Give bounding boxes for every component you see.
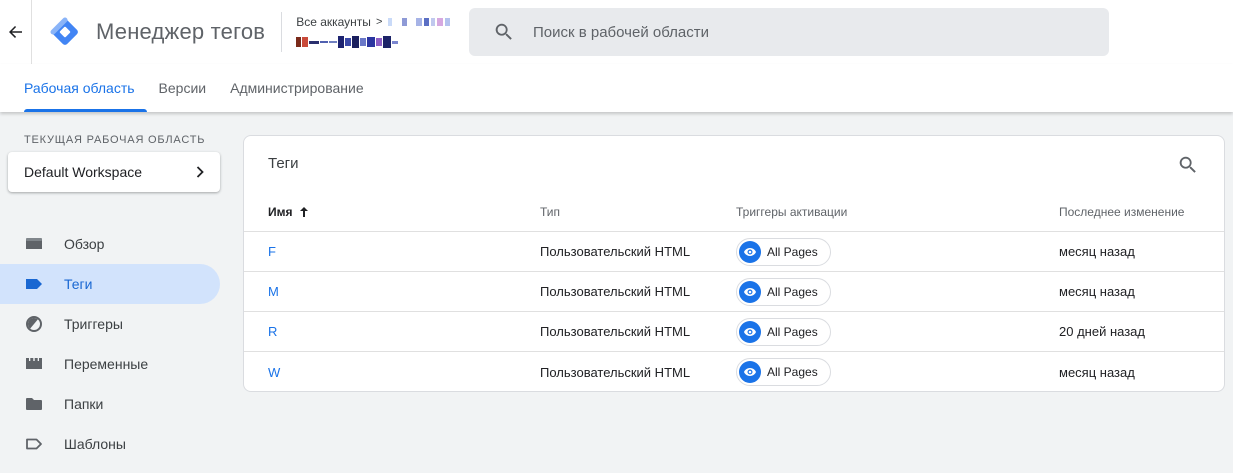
search-icon [495, 23, 512, 40]
top-app-bar: Менеджер тегов Все аккаунты > Поиск в ра… [0, 0, 1233, 64]
sidebar-item-overview[interactable]: Обзор [0, 224, 220, 264]
account-selector[interactable]: Все аккаунты > [296, 0, 451, 64]
sidebar-item-label: Триггеры [64, 316, 123, 332]
variables-icon [24, 354, 44, 374]
tab-versions[interactable]: Версии [147, 64, 219, 112]
trigger-icon [24, 314, 44, 334]
last-modified: месяц назад [1059, 244, 1135, 259]
sidebar-item-label: Обзор [64, 236, 105, 252]
app-title: Менеджер тегов [96, 19, 266, 44]
eye-icon [739, 361, 761, 383]
table-row[interactable]: M Пользовательский HTML All Pages месяц … [244, 272, 1224, 312]
tab-workspace[interactable]: Рабочая область [12, 64, 147, 112]
last-modified: месяц назад [1059, 364, 1135, 380]
trigger-chip-label: All Pages [767, 244, 818, 259]
current-workspace-label: ТЕКУЩАЯ РАБОЧАЯ ОБЛАСТЬ [24, 134, 206, 146]
workspace-selector[interactable]: Default Workspace [8, 152, 220, 192]
trigger-cell: All Pages [736, 317, 1059, 346]
sidebar-item-label: Теги [64, 276, 93, 292]
sidebar-nav: Обзор Теги Триггеры Переменные Папки Шаб… [0, 224, 220, 464]
table-row[interactable]: W Пользовательский HTML All Pages месяц … [244, 352, 1224, 392]
sidebar-item-label: Переменные [64, 356, 149, 372]
last-modified: месяц назад [1059, 284, 1135, 299]
eye-icon [739, 280, 761, 303]
last-modified: 20 дней назад [1059, 324, 1145, 339]
accounts-breadcrumb: Все аккаунты > [296, 15, 451, 29]
tag-type: Пользовательский HTML [540, 324, 691, 339]
tag-type: Пользовательский HTML [540, 284, 691, 299]
sort-ascending-icon [299, 206, 308, 217]
tag-icon [24, 274, 44, 294]
column-header-modified[interactable]: Последнее изменение [1059, 205, 1224, 219]
redacted-container-name [296, 35, 450, 49]
sidebar-item-triggers[interactable]: Триггеры [0, 304, 220, 344]
workspace-name: Default Workspace [24, 164, 143, 180]
trigger-chip[interactable]: All Pages [736, 277, 831, 306]
sidebar-item-tags[interactable]: Теги [0, 264, 220, 304]
template-icon [24, 434, 44, 454]
sidebar-item-variables[interactable]: Переменные [0, 344, 220, 384]
tags-card-title: Теги [268, 155, 299, 172]
trigger-cell: All Pages [736, 237, 1059, 266]
chevron-right-icon [196, 166, 204, 178]
tag-type: Пользовательский HTML [540, 244, 691, 259]
eye-icon [739, 240, 761, 263]
folder-icon [24, 394, 44, 414]
arrow-left-icon [8, 26, 22, 38]
tag-type: Пользовательский HTML [540, 364, 691, 380]
workspace-search-box[interactable]: Поиск в рабочей области [469, 8, 1109, 56]
tag-name-link[interactable]: R [244, 324, 540, 339]
trigger-cell: All Pages [736, 358, 1059, 386]
breadcrumb-separator: > [375, 16, 383, 28]
column-header-triggers[interactable]: Триггеры активации [736, 205, 1059, 219]
trigger-chip-label: All Pages [767, 365, 818, 379]
search-icon [1179, 156, 1196, 173]
table-row[interactable]: F Пользовательский HTML All Pages месяц … [244, 232, 1224, 272]
trigger-chip-label: All Pages [767, 284, 818, 299]
trigger-chip-label: All Pages [767, 324, 818, 339]
trigger-chip[interactable]: All Pages [736, 237, 831, 266]
tab-admin[interactable]: Администрирование [218, 64, 376, 112]
column-header-name[interactable]: Имя [244, 205, 540, 219]
eye-icon [739, 320, 761, 343]
trigger-cell: All Pages [736, 277, 1059, 306]
tag-manager-logo-icon [50, 17, 78, 45]
main-tabs: Рабочая область Версии Администрирование [0, 64, 1233, 112]
sidebar-item-folders[interactable]: Папки [0, 384, 220, 424]
overview-icon [24, 234, 44, 254]
table-header: Имя Тип Триггеры активации Последнее изм… [244, 192, 1224, 232]
sidebar-item-templates[interactable]: Шаблоны [0, 424, 220, 464]
tag-name-link[interactable]: M [244, 284, 540, 299]
tags-table: Имя Тип Триггеры активации Последнее изм… [244, 192, 1224, 392]
all-accounts-link[interactable]: Все аккаунты [296, 15, 371, 29]
back-button[interactable] [0, 0, 32, 64]
redacted-account-name [388, 18, 451, 26]
tag-name-link[interactable]: F [244, 244, 540, 259]
trigger-chip[interactable]: All Pages [736, 317, 831, 346]
header-divider [281, 12, 283, 52]
trigger-chip[interactable]: All Pages [736, 358, 831, 386]
table-row[interactable]: R Пользовательский HTML All Pages 20 дне… [244, 312, 1224, 352]
search-placeholder: Поиск в рабочей области [533, 23, 709, 41]
column-header-label: Имя [268, 204, 293, 219]
tag-name-link[interactable]: W [244, 365, 540, 380]
tags-card: Теги Имя Тип Триггеры активации Последне… [243, 135, 1225, 392]
sidebar-item-label: Папки [64, 396, 104, 412]
column-header-type[interactable]: Тип [540, 205, 736, 219]
tags-search-button[interactable] [1176, 153, 1200, 177]
sidebar-item-label: Шаблоны [64, 436, 126, 452]
